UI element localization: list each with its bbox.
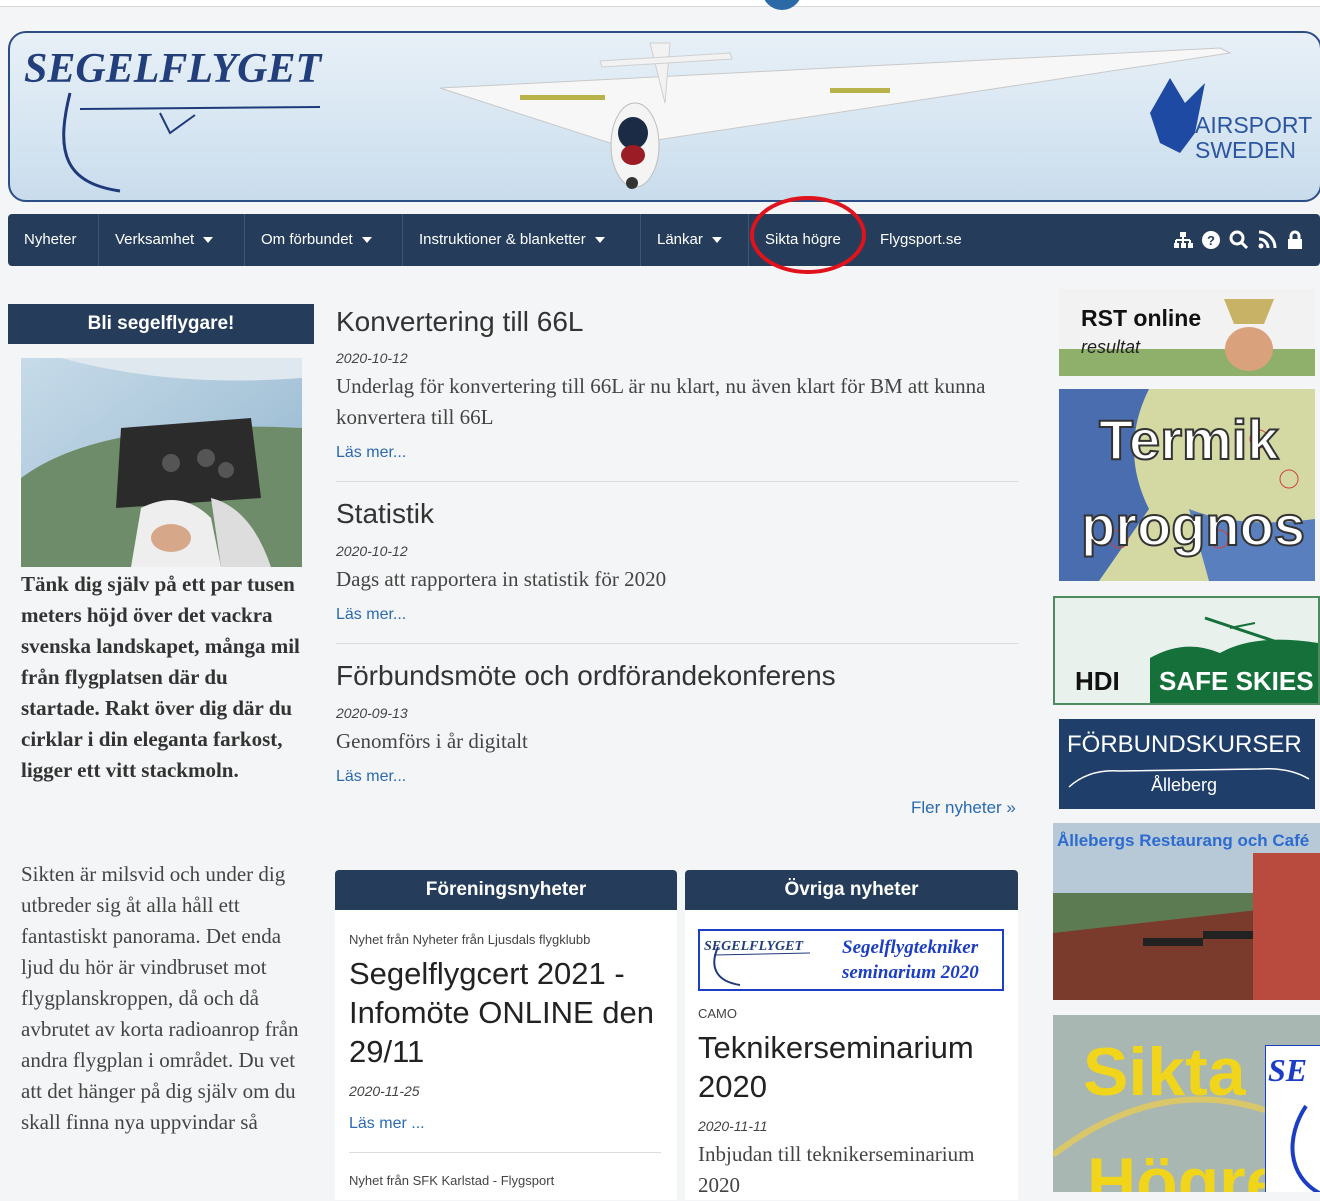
sidebar-intro-bold: Tänk dig själv på ett par tusen meters h… [21,572,300,782]
lock-icon[interactable] [1284,229,1306,251]
safe-skies-text: SAFE SKIES [1159,666,1314,696]
article-title[interactable]: Konvertering till 66L [336,306,583,338]
sikta-logo-box: SE [1265,1045,1320,1192]
sikta-line1: Sikta [1083,1034,1246,1110]
divider [349,1152,661,1153]
article-date: 2020-10-12 [336,543,408,559]
nav-label: Verksamhet [115,231,195,248]
seminar-logo: SEGELFLYGET [704,939,804,954]
divider [336,643,1018,644]
nav-label: Om förbundet [261,231,353,248]
termik-prognos-ad[interactable]: Termik prognos [1059,389,1315,581]
club-news-heading: Föreningsnyheter [335,870,677,910]
rst-online-ad[interactable]: RST online resultat [1059,289,1315,376]
termik-line2: prognos [1080,493,1306,558]
article-summary: Underlag för konvertering till 66L är nu… [336,374,986,429]
nav-om-forbundet[interactable]: Om förbundet [245,214,403,266]
article-date: 2020-10-12 [336,350,408,366]
sidebar-heading: Bli segelflygare! [8,304,314,344]
segelflyget-logo: SEGELFLYGET [24,46,322,92]
article-summary: Dags att rapportera in statistik för 202… [336,567,667,591]
airsport-line1: AIRSPORT [1195,112,1313,138]
news-category: CAMO [698,1006,737,1021]
caret-down-icon [711,237,722,244]
sitemap-icon[interactable] [1172,229,1194,251]
news-source: Nyhet från Nyheter från Ljusdals flygklu… [349,932,591,947]
main-navigation: Nyheter Verksamhet Om förbundet Instrukt… [8,214,1320,266]
nav-label: Instruktioner & blanketter [419,231,586,248]
highlight-circle [750,196,866,274]
read-more-link[interactable]: Läs mer... [336,444,406,462]
sidebar-intro-text: Sikten är milsvid och under dig utbreder… [21,862,299,1134]
other-news-heading: Övriga nyheter [685,870,1018,910]
seminar-banner-image[interactable]: SEGELFLYGET Segelflygtekniker seminarium… [698,929,1004,991]
caret-down-icon [203,237,214,244]
kurser-title: FÖRBUNDSKURSER [1067,731,1302,758]
nav-instruktioner[interactable]: Instruktioner & blanketter [403,214,641,266]
read-more-link[interactable]: Läs mer... [336,768,406,786]
read-more-link[interactable]: Läs mer ... [349,1115,425,1133]
hdi-safe-skies-ad[interactable]: HDI SAFE SKIES [1053,596,1320,705]
hdi-logo: HDI [1075,666,1120,696]
divider [336,481,1018,482]
sikta-line2: Högre [1087,1144,1284,1192]
airsport-line2: SWEDEN [1195,137,1296,163]
site-banner[interactable]: SEGELFLYGET AIRSPORT SWEDEN [8,31,1320,202]
news-date: 2020-11-25 [349,1083,420,1099]
nav-icon-group: ? [1172,229,1306,251]
caret-down-icon [361,237,372,244]
read-more-link[interactable]: Läs mer... [336,606,406,624]
other-news-title[interactable]: Teknikerseminarium 2020 [698,1028,1008,1106]
search-icon[interactable] [1228,229,1250,251]
more-news-link[interactable]: Fler nyheter » [911,798,1016,818]
kurser-subtitle: Ålleberg [1151,775,1218,795]
top-strip [0,0,1320,7]
article-title[interactable]: Statistik [336,498,434,530]
club-news-title[interactable]: Segelflygcert 2021 - Infomöte ONLINE den… [349,954,669,1071]
sikta-hogre-ad[interactable]: Sikta Högre SE [1053,1015,1320,1192]
rss-icon[interactable] [1256,229,1278,251]
rst-title: RST online [1081,305,1202,331]
caret-down-icon [594,237,605,244]
svg-text:?: ? [1207,233,1215,248]
seminar-line1: Segelflygtekniker [842,937,979,958]
termik-line1: Termik [1098,407,1279,472]
restaurang-title: Ållebergs Restaurang och Café [1057,831,1310,850]
news-source: Nyhet från SFK Karlstad - Flygsport [349,1173,555,1188]
airsport-sweden-logo: AIRSPORT SWEDEN [1195,113,1312,163]
forbundskurser-ad[interactable]: FÖRBUNDSKURSER Ålleberg [1059,719,1315,809]
nav-verksamhet[interactable]: Verksamhet [99,214,245,266]
news-date: 2020-11-11 [698,1118,768,1134]
nav-label: Nyheter [24,231,77,248]
rst-subtitle: resultat [1081,337,1141,357]
nav-label: Flygsport.se [880,231,962,248]
help-icon[interactable]: ? [1200,229,1222,251]
nav-flygsport[interactable]: Flygsport.se [864,214,984,266]
article-summary: Genomförs i år digitalt [336,729,528,753]
seminar-line2: seminarium 2020 [842,962,979,983]
nav-nyheter[interactable]: Nyheter [8,214,99,266]
nav-lankar[interactable]: Länkar [641,214,749,266]
restaurang-ad[interactable]: Ållebergs Restaurang och Café [1053,823,1320,1000]
cockpit-photo [21,358,302,567]
article-date: 2020-09-13 [336,705,408,721]
article-title[interactable]: Förbundsmöte och ordförandekonferens [336,660,836,692]
nav-label: Länkar [657,231,703,248]
